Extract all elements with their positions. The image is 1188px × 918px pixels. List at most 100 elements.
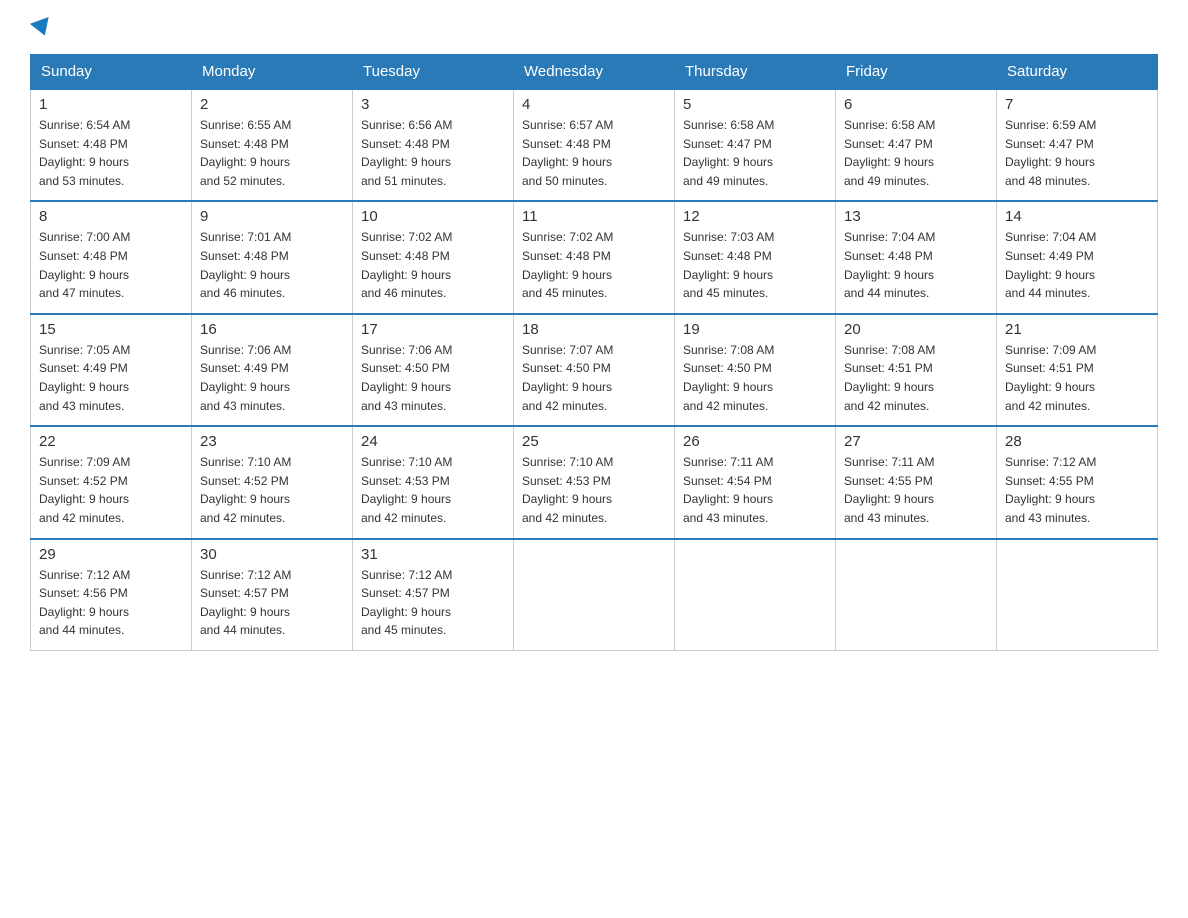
calendar-day-cell: 19 Sunrise: 7:08 AMSunset: 4:50 PMDayligh… bbox=[675, 314, 836, 426]
day-number: 26 bbox=[683, 433, 827, 450]
calendar-day-cell: 7 Sunrise: 6:59 AMSunset: 4:47 PMDaylight… bbox=[997, 89, 1158, 201]
calendar-day-cell: 30Sunrise: 7:12 AMSunset: 4:57 PMDayligh… bbox=[192, 539, 353, 651]
day-info: Sunrise: 7:08 AMSunset: 4:51 PMDaylight:… bbox=[844, 341, 988, 415]
day-number: 5 bbox=[683, 96, 827, 113]
day-number: 7 bbox=[1005, 96, 1149, 113]
day-number: 19 bbox=[683, 321, 827, 338]
day-info: Sunrise: 7:05 AMSunset: 4:49 PMDaylight:… bbox=[39, 341, 183, 415]
calendar-week-row: 8Sunrise: 7:00 AMSunset: 4:48 PMDaylight… bbox=[31, 201, 1158, 313]
day-number: 16 bbox=[200, 321, 344, 338]
logo bbox=[30, 20, 54, 36]
day-info: Sunrise: 7:04 AMSunset: 4:48 PMDaylight:… bbox=[844, 228, 988, 302]
day-info: Sunrise: 7:04 AMSunset: 4:49 PMDaylight:… bbox=[1005, 228, 1149, 302]
day-number: 9 bbox=[200, 208, 344, 225]
day-info: Sunrise: 7:10 AMSunset: 4:53 PMDaylight:… bbox=[522, 453, 666, 527]
weekday-header-thursday: Thursday bbox=[675, 55, 836, 90]
calendar-empty-cell bbox=[514, 539, 675, 651]
calendar-day-cell: 17 Sunrise: 7:06 AMSunset: 4:50 PMDayligh… bbox=[353, 314, 514, 426]
calendar-day-cell: 25 Sunrise: 7:10 AMSunset: 4:53 PMDayligh… bbox=[514, 426, 675, 538]
day-info: Sunrise: 6:58 AMSunset: 4:47 PMDaylight:… bbox=[844, 116, 988, 190]
day-number: 25 bbox=[522, 433, 666, 450]
day-info: Sunrise: 7:12 AMSunset: 4:56 PMDaylight:… bbox=[39, 566, 183, 640]
calendar-day-cell: 9 Sunrise: 7:01 AMSunset: 4:48 PMDaylight… bbox=[192, 201, 353, 313]
calendar-day-cell: 5 Sunrise: 6:58 AMSunset: 4:47 PMDaylight… bbox=[675, 89, 836, 201]
calendar-day-cell: 20 Sunrise: 7:08 AMSunset: 4:51 PMDayligh… bbox=[836, 314, 997, 426]
day-number: 17 bbox=[361, 321, 505, 338]
day-number: 12 bbox=[683, 208, 827, 225]
day-number: 15 bbox=[39, 321, 183, 338]
weekday-header-wednesday: Wednesday bbox=[514, 55, 675, 90]
calendar-empty-cell bbox=[675, 539, 836, 651]
weekday-header-monday: Monday bbox=[192, 55, 353, 90]
day-info: Sunrise: 6:59 AMSunset: 4:47 PMDaylight:… bbox=[1005, 116, 1149, 190]
day-info: Sunrise: 7:12 AMSunset: 4:57 PMDaylight:… bbox=[200, 566, 344, 640]
calendar-day-cell: 22Sunrise: 7:09 AMSunset: 4:52 PMDayligh… bbox=[31, 426, 192, 538]
calendar-day-cell: 21Sunrise: 7:09 AMSunset: 4:51 PMDayligh… bbox=[997, 314, 1158, 426]
calendar-day-cell: 14 Sunrise: 7:04 AMSunset: 4:49 PMDayligh… bbox=[997, 201, 1158, 313]
day-info: Sunrise: 6:54 AMSunset: 4:48 PMDaylight:… bbox=[39, 116, 183, 190]
day-number: 27 bbox=[844, 433, 988, 450]
weekday-header-tuesday: Tuesday bbox=[353, 55, 514, 90]
day-info: Sunrise: 7:01 AMSunset: 4:48 PMDaylight:… bbox=[200, 228, 344, 302]
calendar-day-cell: 4 Sunrise: 6:57 AMSunset: 4:48 PMDaylight… bbox=[514, 89, 675, 201]
weekday-header-row: SundayMondayTuesdayWednesdayThursdayFrid… bbox=[31, 55, 1158, 90]
day-number: 4 bbox=[522, 96, 666, 113]
calendar-day-cell: 15 Sunrise: 7:05 AMSunset: 4:49 PMDayligh… bbox=[31, 314, 192, 426]
calendar-day-cell: 23 Sunrise: 7:10 AMSunset: 4:52 PMDayligh… bbox=[192, 426, 353, 538]
day-number: 24 bbox=[361, 433, 505, 450]
calendar-week-row: 29Sunrise: 7:12 AMSunset: 4:56 PMDayligh… bbox=[31, 539, 1158, 651]
weekday-header-saturday: Saturday bbox=[997, 55, 1158, 90]
logo-triangle-icon bbox=[30, 17, 54, 39]
day-info: Sunrise: 6:57 AMSunset: 4:48 PMDaylight:… bbox=[522, 116, 666, 190]
weekday-header-friday: Friday bbox=[836, 55, 997, 90]
calendar-day-cell: 3 Sunrise: 6:56 AMSunset: 4:48 PMDaylight… bbox=[353, 89, 514, 201]
calendar-day-cell: 29Sunrise: 7:12 AMSunset: 4:56 PMDayligh… bbox=[31, 539, 192, 651]
day-number: 31 bbox=[361, 546, 505, 563]
day-number: 2 bbox=[200, 96, 344, 113]
day-number: 14 bbox=[1005, 208, 1149, 225]
day-info: Sunrise: 7:12 AMSunset: 4:55 PMDaylight:… bbox=[1005, 453, 1149, 527]
calendar-day-cell: 10Sunrise: 7:02 AMSunset: 4:48 PMDayligh… bbox=[353, 201, 514, 313]
calendar-week-row: 22Sunrise: 7:09 AMSunset: 4:52 PMDayligh… bbox=[31, 426, 1158, 538]
calendar-day-cell: 26 Sunrise: 7:11 AMSunset: 4:54 PMDayligh… bbox=[675, 426, 836, 538]
day-info: Sunrise: 7:08 AMSunset: 4:50 PMDaylight:… bbox=[683, 341, 827, 415]
day-number: 1 bbox=[39, 96, 183, 113]
page-header bbox=[30, 20, 1158, 36]
day-info: Sunrise: 7:06 AMSunset: 4:50 PMDaylight:… bbox=[361, 341, 505, 415]
day-info: Sunrise: 7:09 AMSunset: 4:51 PMDaylight:… bbox=[1005, 341, 1149, 415]
day-info: Sunrise: 7:11 AMSunset: 4:55 PMDaylight:… bbox=[844, 453, 988, 527]
day-number: 20 bbox=[844, 321, 988, 338]
calendar-day-cell: 28 Sunrise: 7:12 AMSunset: 4:55 PMDayligh… bbox=[997, 426, 1158, 538]
calendar-day-cell: 13 Sunrise: 7:04 AMSunset: 4:48 PMDayligh… bbox=[836, 201, 997, 313]
calendar-day-cell: 2Sunrise: 6:55 AMSunset: 4:48 PMDaylight… bbox=[192, 89, 353, 201]
day-info: Sunrise: 7:03 AMSunset: 4:48 PMDaylight:… bbox=[683, 228, 827, 302]
calendar-day-cell: 16Sunrise: 7:06 AMSunset: 4:49 PMDayligh… bbox=[192, 314, 353, 426]
day-info: Sunrise: 7:07 AMSunset: 4:50 PMDaylight:… bbox=[522, 341, 666, 415]
logo-text bbox=[30, 20, 54, 36]
day-number: 22 bbox=[39, 433, 183, 450]
calendar-day-cell: 31 Sunrise: 7:12 AMSunset: 4:57 PMDayligh… bbox=[353, 539, 514, 651]
day-number: 8 bbox=[39, 208, 183, 225]
calendar-day-cell: 24 Sunrise: 7:10 AMSunset: 4:53 PMDayligh… bbox=[353, 426, 514, 538]
calendar-empty-cell bbox=[997, 539, 1158, 651]
calendar-day-cell: 18Sunrise: 7:07 AMSunset: 4:50 PMDayligh… bbox=[514, 314, 675, 426]
calendar-day-cell: 1 Sunrise: 6:54 AMSunset: 4:48 PMDaylight… bbox=[31, 89, 192, 201]
day-number: 6 bbox=[844, 96, 988, 113]
calendar-day-cell: 12 Sunrise: 7:03 AMSunset: 4:48 PMDayligh… bbox=[675, 201, 836, 313]
day-info: Sunrise: 7:12 AMSunset: 4:57 PMDaylight:… bbox=[361, 566, 505, 640]
day-info: Sunrise: 6:58 AMSunset: 4:47 PMDaylight:… bbox=[683, 116, 827, 190]
calendar-week-row: 15 Sunrise: 7:05 AMSunset: 4:49 PMDayligh… bbox=[31, 314, 1158, 426]
day-number: 13 bbox=[844, 208, 988, 225]
calendar-day-cell: 27 Sunrise: 7:11 AMSunset: 4:55 PMDayligh… bbox=[836, 426, 997, 538]
day-info: Sunrise: 7:11 AMSunset: 4:54 PMDaylight:… bbox=[683, 453, 827, 527]
day-info: Sunrise: 7:10 AMSunset: 4:52 PMDaylight:… bbox=[200, 453, 344, 527]
calendar-day-cell: 11Sunrise: 7:02 AMSunset: 4:48 PMDayligh… bbox=[514, 201, 675, 313]
day-info: Sunrise: 6:56 AMSunset: 4:48 PMDaylight:… bbox=[361, 116, 505, 190]
day-number: 23 bbox=[200, 433, 344, 450]
calendar-day-cell: 8Sunrise: 7:00 AMSunset: 4:48 PMDaylight… bbox=[31, 201, 192, 313]
day-number: 10 bbox=[361, 208, 505, 225]
weekday-header-sunday: Sunday bbox=[31, 55, 192, 90]
day-number: 28 bbox=[1005, 433, 1149, 450]
day-number: 3 bbox=[361, 96, 505, 113]
day-info: Sunrise: 7:10 AMSunset: 4:53 PMDaylight:… bbox=[361, 453, 505, 527]
